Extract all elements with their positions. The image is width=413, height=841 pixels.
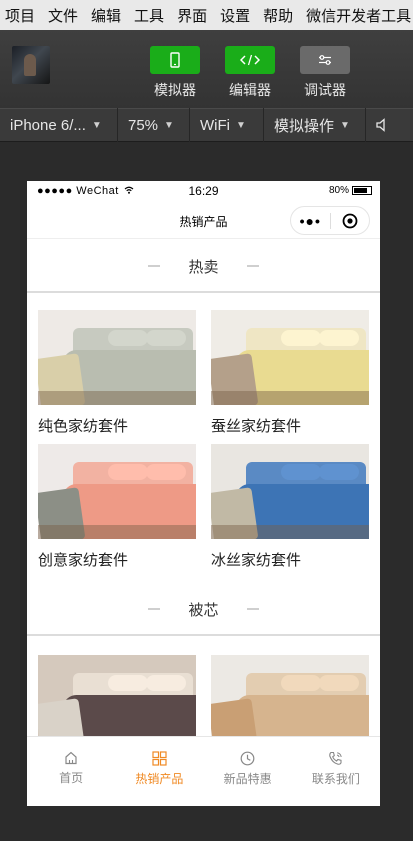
pillow: [108, 330, 148, 346]
menu-item-help[interactable]: 帮助: [263, 5, 293, 26]
menu-item-file[interactable]: 文件: [48, 5, 78, 26]
product-card[interactable]: 冰丝家纺套件: [211, 444, 369, 570]
menu-item-project[interactable]: 项目: [5, 5, 35, 26]
menu-item-edit[interactable]: 编辑: [91, 5, 121, 26]
section-title-hot: 热卖: [27, 241, 380, 293]
pillow: [108, 464, 148, 480]
mini-program-navbar: 热销产品 •●•: [27, 201, 380, 239]
product-card[interactable]: 纯色家纺套件: [38, 310, 196, 436]
sliders-icon-button[interactable]: [300, 46, 350, 74]
chevron-down-icon: ▼: [236, 119, 246, 131]
product-card[interactable]: 蚕丝家纺套件: [211, 310, 369, 436]
tab-label: 新品特惠: [223, 772, 272, 786]
chevron-down-icon: ▼: [340, 119, 350, 131]
bottom-tab-bar: 首页 热销产品 新品特惠 联系我们: [27, 736, 380, 806]
product-name: 纯色家纺套件: [38, 418, 129, 435]
close-target-icon[interactable]: [331, 213, 370, 229]
clock-icon: [240, 751, 255, 766]
product-image[interactable]: [211, 444, 369, 539]
product-name: 冰丝家纺套件: [211, 552, 302, 569]
product-name: 蚕丝家纺套件: [211, 418, 302, 435]
battery-percent: 80%: [328, 185, 349, 196]
clock-time: 16:29: [188, 184, 219, 198]
tab-home[interactable]: 首页: [27, 737, 115, 806]
pillow: [146, 330, 186, 346]
phone-icon: [170, 52, 180, 68]
grid-icon: [152, 751, 167, 766]
room-floor: [38, 391, 196, 405]
tab-new-deals[interactable]: 新品特惠: [204, 737, 292, 806]
chevron-down-icon: ▼: [164, 119, 174, 131]
simulator-label: 模拟器: [154, 82, 196, 98]
tab-label: 联系我们: [311, 772, 360, 786]
code-icon-button[interactable]: [225, 46, 275, 74]
phone-call-icon: [329, 751, 343, 765]
pillow: [146, 464, 186, 480]
section-title-quilt: 被芯: [27, 584, 380, 636]
simulator-toggle[interactable]: 模拟器: [145, 46, 205, 100]
pillow: [319, 675, 359, 691]
menu-bar: 项目 文件 编辑 工具 界面 设置 帮助 微信开发者工具: [0, 0, 413, 30]
device-bar: iPhone 6/... ▼ 75% ▼ WiFi ▼ 模拟操作 ▼: [0, 108, 413, 142]
room-floor: [211, 391, 369, 405]
tab-hot-products[interactable]: 热销产品: [115, 737, 203, 806]
menu-item-tools[interactable]: 工具: [134, 5, 164, 26]
menu-item-devtools[interactable]: 微信开发者工具: [306, 5, 411, 26]
zoom-select[interactable]: 75% ▼: [118, 108, 190, 142]
sliders-icon: [319, 55, 331, 65]
product-image[interactable]: [38, 310, 196, 405]
product-image[interactable]: [38, 444, 196, 539]
room-floor: [38, 525, 196, 539]
room-floor: [211, 525, 369, 539]
tab-contact[interactable]: 联系我们: [292, 737, 380, 806]
phone-icon-button[interactable]: [150, 46, 200, 74]
network-select[interactable]: WiFi ▼: [190, 108, 264, 142]
menu-item-view[interactable]: 界面: [177, 5, 207, 26]
title-dash: [148, 265, 161, 267]
pillow: [281, 464, 321, 480]
debugger-label: 调试器: [304, 82, 346, 98]
volume-button[interactable]: [366, 108, 413, 142]
toolbar: 模拟器 编辑器 调试器: [0, 30, 413, 108]
menu-item-settings[interactable]: 设置: [220, 5, 250, 26]
pillow: [319, 330, 359, 346]
operation-select-value: 模拟操作: [274, 117, 335, 135]
editor-toggle[interactable]: 编辑器: [220, 46, 280, 100]
device-select-value: iPhone 6/...: [10, 116, 86, 134]
more-menu-icon[interactable]: •●•: [291, 213, 330, 229]
operation-select[interactable]: 模拟操作 ▼: [264, 108, 366, 142]
user-avatar[interactable]: [12, 46, 50, 84]
product-image[interactable]: [211, 310, 369, 405]
home-icon: [65, 751, 77, 765]
pillow: [319, 464, 359, 480]
pillow: [281, 330, 321, 346]
product-card[interactable]: 创意家纺套件: [38, 444, 196, 570]
product-name: 创意家纺套件: [38, 552, 129, 569]
section-title-text: 被芯: [188, 601, 219, 619]
editor-label: 编辑器: [229, 82, 271, 98]
pillow: [146, 675, 186, 691]
battery-icon: [352, 186, 372, 195]
tab-label: 首页: [59, 771, 84, 785]
pillow: [108, 675, 148, 691]
debugger-toggle[interactable]: 调试器: [295, 46, 355, 100]
phone-status-bar: ●●●●● WeChat 16:29 80%: [27, 181, 380, 201]
code-icon: [240, 54, 260, 66]
title-dash: [148, 608, 161, 610]
battery-fill: [354, 188, 367, 193]
mini-program-capsule: •●•: [290, 206, 370, 235]
speaker-icon: [376, 118, 385, 132]
device-select[interactable]: iPhone 6/... ▼: [0, 108, 118, 142]
battery-indicator: 80%: [329, 185, 372, 196]
tab-label: 热销产品: [135, 772, 184, 786]
network-select-value: WiFi: [200, 116, 230, 134]
title-dash: [246, 265, 259, 267]
chevron-down-icon: ▼: [91, 119, 102, 131]
section-title-text: 热卖: [188, 258, 219, 276]
pillow: [281, 675, 321, 691]
title-dash: [246, 608, 259, 610]
zoom-select-value: 75%: [128, 116, 159, 134]
phone-simulator: ●●●●● WeChat 16:29 80% 热销产品 •●• 热卖 纯色家纺套…: [27, 181, 380, 806]
